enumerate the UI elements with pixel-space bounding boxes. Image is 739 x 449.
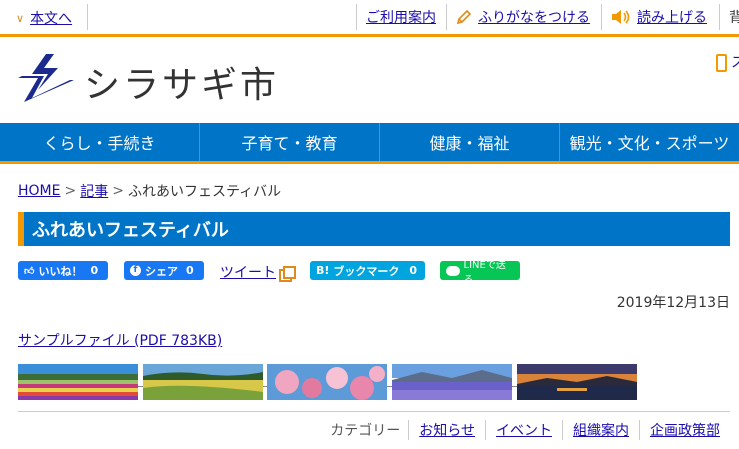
category-list: カテゴリー お知らせ イベント 組織案内 企画政策部 [330, 420, 730, 440]
site-name[interactable]: シラサギ市 [84, 56, 279, 108]
city-logo-icon [18, 54, 74, 102]
facebook-share-button[interactable]: f シェア 0 [124, 261, 204, 280]
background-label[interactable]: 背 [729, 7, 739, 27]
category-events[interactable]: イベント [485, 420, 562, 440]
mobile-icon [716, 54, 727, 72]
nav-accent-line [0, 161, 739, 164]
divider [387, 386, 392, 387]
external-link-icon [279, 266, 296, 282]
publish-date: 2019年12月13日 [616, 295, 730, 311]
nav-item-childcare[interactable]: 子育て・教育 [200, 123, 380, 161]
photo-sunset-lake[interactable] [517, 364, 637, 400]
hatena-label: ブックマーク [333, 264, 400, 278]
line-label: LINEで送る [463, 259, 506, 286]
read-aloud-item[interactable]: 読み上げる [611, 0, 707, 34]
breadcrumb-separator: > [112, 183, 124, 199]
divider [601, 4, 602, 30]
breadcrumb-separator: > [64, 183, 77, 199]
photo-lavender-field[interactable] [392, 364, 512, 400]
divider [263, 386, 267, 387]
facebook-like-label: いいね！ [38, 264, 83, 278]
breadcrumb-articles[interactable]: 記事 [80, 181, 108, 201]
nav-item-health[interactable]: 健康・福祉 [380, 123, 560, 161]
pencil-icon [456, 9, 472, 25]
background-item[interactable]: 背 [729, 0, 739, 34]
skip-link[interactable]: 本文へ [30, 8, 72, 28]
page-title: ふれあいフェスティバル [18, 212, 730, 246]
hatena-icon: B! [316, 264, 330, 277]
global-nav: くらし・手続き 子育て・教育 健康・福祉 観光・文化・スポーツ [0, 123, 739, 161]
divider [87, 4, 88, 30]
category-label: カテゴリー [330, 423, 401, 439]
photo-flower-field[interactable] [18, 364, 138, 400]
category-news[interactable]: お知らせ [408, 420, 485, 440]
photo-dogwood-blossoms[interactable] [267, 364, 387, 400]
mobile-link[interactable]: ス [731, 52, 739, 72]
line-icon [446, 265, 460, 276]
hatena-bookmark-button[interactable]: B! ブックマーク 0 [310, 261, 425, 280]
divider [512, 386, 517, 387]
tweet-label: ツイート [220, 265, 276, 281]
category-organization[interactable]: 組織案内 [562, 420, 639, 440]
guide-item[interactable]: ご利用案内 [366, 0, 436, 34]
pdf-file-link[interactable]: サンプルファイル (PDF 783KB) [18, 330, 222, 350]
photo-rapeseed-field[interactable] [143, 364, 263, 400]
facebook-like-count: 0 [90, 264, 99, 277]
hatena-count: 0 [409, 264, 418, 277]
line-share-button[interactable]: LINEで送る [440, 260, 520, 286]
skip-to-content[interactable]: ∨ 本文へ [16, 8, 72, 28]
speaker-icon [612, 10, 630, 24]
facebook-like-button[interactable]: 👍︎ いいね！ 0 [18, 261, 108, 280]
breadcrumb: HOME > 記事 > ふれあいフェスティバル [18, 181, 281, 201]
furigana-item[interactable]: ふりがなをつける [456, 0, 590, 34]
chevron-down-icon: ∨ [16, 11, 25, 25]
breadcrumb-home[interactable]: HOME [18, 183, 60, 199]
facebook-share-label: シェア [145, 264, 178, 278]
divider [138, 386, 143, 387]
header-accent-line [0, 34, 739, 37]
furigana-link[interactable]: ふりがなをつける [478, 7, 590, 27]
guide-link[interactable]: ご利用案内 [366, 7, 436, 27]
divider [446, 4, 447, 30]
divider [719, 4, 720, 30]
divider [356, 4, 357, 30]
utility-bar: ∨ 本文へ ご利用案内 ふりがなをつける 読み上げる 背 [0, 0, 739, 34]
breadcrumb-current: ふれあいフェスティバル [127, 184, 282, 200]
nav-item-tourism[interactable]: 観光・文化・スポーツ [560, 123, 739, 161]
tweet-link[interactable]: ツイート [220, 262, 296, 282]
category-divider [18, 411, 730, 412]
category-planning-dept[interactable]: 企画政策部 [639, 420, 730, 440]
facebook-share-count: 0 [186, 264, 194, 277]
thumbs-up-icon: 👍︎ [24, 265, 35, 277]
facebook-icon: f [130, 265, 141, 276]
read-aloud-link[interactable]: 読み上げる [637, 7, 707, 27]
nav-item-living[interactable]: くらし・手続き [0, 123, 200, 161]
